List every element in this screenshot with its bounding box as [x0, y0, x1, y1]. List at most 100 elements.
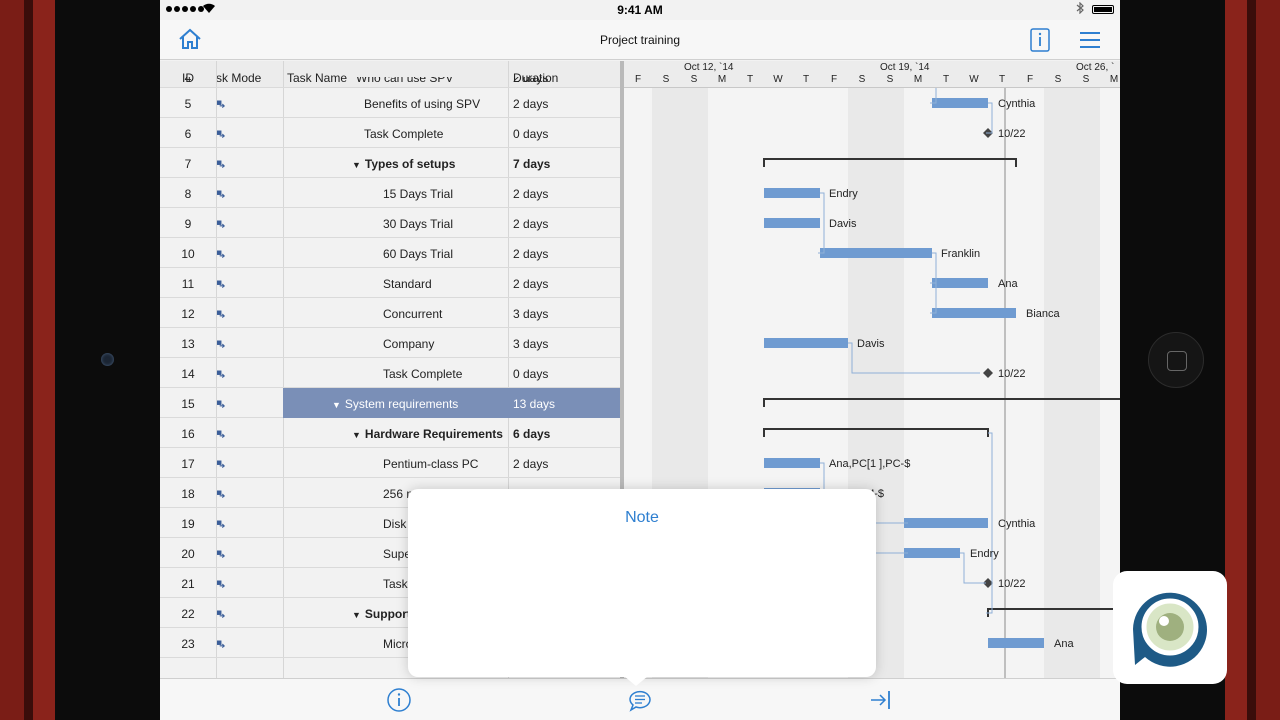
- row-id: 14: [181, 367, 195, 381]
- row-id: 5: [184, 97, 192, 111]
- table-row[interactable]: 6 Task Complete 0 days: [160, 118, 620, 148]
- row-task-name: ▼ Types of setups: [284, 157, 506, 171]
- row-duration: 3 days: [513, 307, 549, 321]
- note-comment-icon[interactable]: [627, 687, 653, 713]
- popover-arrow: [624, 676, 648, 686]
- timescale-day-label: W: [969, 74, 979, 85]
- row-task-name: ▼ Hardware Requirements: [284, 427, 506, 441]
- row-task-name: Benefits of using SPV: [284, 97, 506, 111]
- timescale-day-label: W: [773, 74, 783, 85]
- auto-scheduled-icon: [217, 220, 225, 228]
- timescale-day-label: F: [830, 74, 838, 85]
- row-duration: 6 days: [513, 427, 551, 441]
- table-row[interactable]: 14 Task Complete 0 days: [160, 358, 620, 388]
- timescale-week-label: Oct 19, `14: [880, 62, 930, 73]
- collapse-triangle-icon[interactable]: ▼: [352, 430, 361, 440]
- row-id: 8: [184, 187, 192, 201]
- row-duration: 2 days: [513, 247, 549, 261]
- row-task-name: Concurrent: [284, 307, 506, 321]
- gantt-resource-label: Ana: [998, 278, 1018, 290]
- row-id: 15: [181, 397, 195, 411]
- row-duration: 2 days: [513, 97, 549, 111]
- auto-scheduled-icon: [217, 490, 225, 498]
- table-row[interactable]: 15 ▼ System requirements 13 days: [160, 388, 620, 418]
- gantt-resource-label: Cynthia: [998, 518, 1036, 530]
- row-id: 12: [181, 307, 195, 321]
- row-task-name: ▼ System requirements: [284, 397, 506, 411]
- timescale-day-label: S: [1054, 74, 1062, 85]
- project-info-icon[interactable]: [1029, 27, 1051, 53]
- collapse-triangle-icon[interactable]: ▼: [352, 610, 361, 620]
- row-id: 9: [184, 217, 192, 231]
- row-task-name: Task Complete: [284, 127, 506, 141]
- row-duration: 0 days: [513, 367, 549, 381]
- timescale-day-label: M: [913, 74, 923, 85]
- row-id: 7: [184, 157, 192, 171]
- task-name-text: 30 Days Trial: [383, 217, 454, 231]
- auto-scheduled-icon: [217, 370, 225, 378]
- gantt-task-bar: [932, 278, 988, 288]
- timescale-day-label: M: [717, 74, 727, 85]
- gantt-resource-label: Davis: [857, 338, 885, 350]
- table-row[interactable]: 16 ▼ Hardware Requirements 6 days: [160, 418, 620, 448]
- hardware-home-button[interactable]: [1148, 332, 1204, 388]
- timescale-day-label: T: [746, 74, 754, 85]
- task-name-text: Task Complete: [364, 127, 444, 141]
- table-row-partial[interactable]: 4 Who can use SPV 2 days: [160, 77, 620, 88]
- recording-app-logo: [1113, 571, 1227, 684]
- row-id: 4: [184, 77, 192, 85]
- auto-scheduled-icon: [217, 250, 225, 258]
- row-task-name: 15 Days Trial: [284, 187, 506, 201]
- row-id: 11: [181, 277, 195, 291]
- row-id: 10: [181, 247, 195, 261]
- table-row[interactable]: 7 ▼ Types of setups 7 days: [160, 148, 620, 178]
- row-duration: 2 days: [513, 187, 549, 201]
- table-row[interactable]: 11 Standard 2 days: [160, 268, 620, 298]
- timescale-day-label: S: [690, 74, 698, 85]
- row-id: 19: [181, 517, 195, 531]
- row-duration: 2 days: [513, 217, 549, 231]
- auto-scheduled-icon: [217, 160, 225, 168]
- gantt-resource-label: Cynthia: [998, 98, 1036, 110]
- background-wall-left: [0, 0, 60, 720]
- auto-scheduled-icon: [217, 280, 225, 288]
- collapse-triangle-icon[interactable]: ▼: [332, 400, 341, 410]
- table-row[interactable]: 9 30 Days Trial 2 days: [160, 208, 620, 238]
- battery-icon: [1092, 5, 1114, 14]
- row-task-name: Standard: [284, 277, 506, 291]
- auto-scheduled-icon: [217, 610, 225, 618]
- gantt-task-bar: [820, 248, 932, 258]
- info-icon[interactable]: [386, 687, 412, 713]
- collapse-triangle-icon[interactable]: ▼: [352, 160, 361, 170]
- timescale-week-label: Oct 26, `: [1076, 62, 1115, 73]
- timescale-day-label: F: [634, 74, 642, 85]
- bluetooth-icon: [1076, 1, 1084, 17]
- timescale-day-label: F: [1026, 74, 1034, 85]
- table-row[interactable]: 12 Concurrent 3 days: [160, 298, 620, 328]
- table-row[interactable]: 17 Pentium-class PC 2 days: [160, 448, 620, 478]
- gantt-resource-label: Endry: [970, 548, 999, 560]
- menu-icon[interactable]: [1078, 31, 1102, 49]
- navigation-bar: Project training: [160, 20, 1120, 60]
- table-row[interactable]: 5 Benefits of using SPV 2 days: [160, 88, 620, 118]
- row-id: 16: [181, 427, 195, 441]
- note-popover[interactable]: Note: [408, 489, 876, 677]
- gantt-task-bar: [764, 338, 848, 348]
- status-bar: 9:41 AM: [160, 0, 1120, 20]
- gantt-milestone: [983, 368, 993, 378]
- gantt-resource-label: Endry: [829, 188, 858, 200]
- row-task-name: Pentium-class PC: [284, 457, 506, 471]
- table-row[interactable]: 10 60 Days Trial 2 days: [160, 238, 620, 268]
- auto-scheduled-icon: [217, 100, 225, 108]
- page-title: Project training: [599, 33, 681, 47]
- auto-scheduled-icon: [217, 190, 225, 198]
- timescale-header: Oct 12, `14 Oct 19, `14 Oct 26, ` F S S M T W T F S…: [624, 61, 1120, 88]
- table-row[interactable]: 13 Company 3 days: [160, 328, 620, 358]
- auto-scheduled-icon: [217, 430, 225, 438]
- gantt-task-bar: [904, 518, 988, 528]
- background-wall-right: [1220, 0, 1280, 720]
- go-to-end-icon[interactable]: [868, 687, 894, 713]
- gantt-task-bar: [932, 98, 988, 108]
- table-row[interactable]: 8 15 Days Trial 2 days: [160, 178, 620, 208]
- row-task-name: Who can use SPV: [356, 77, 454, 85]
